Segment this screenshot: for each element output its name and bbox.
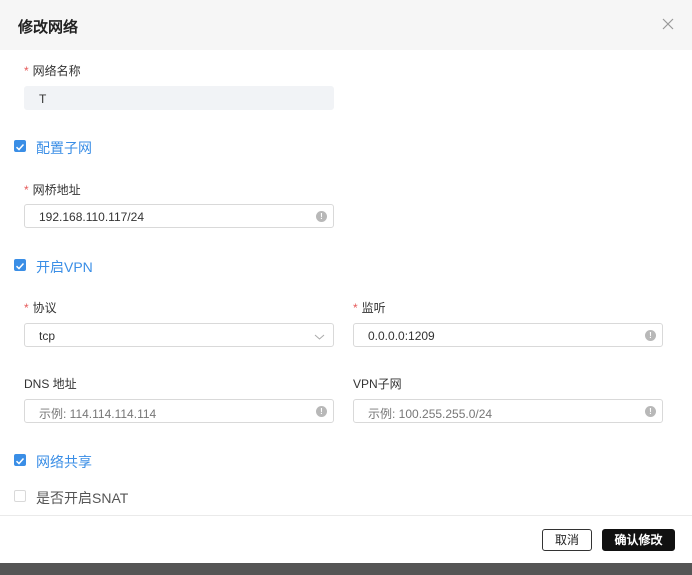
network-name-value: T [39, 92, 47, 106]
network-name-input[interactable]: T [24, 86, 334, 110]
network-name-label: * 网络名称 [24, 62, 81, 79]
checkbox-unchecked-icon [14, 490, 26, 502]
vpn-subnet-input[interactable]: 示例: 100.255.255.0/24 ! [353, 399, 663, 423]
protocol-label: * 协议 [24, 299, 57, 316]
network-name-label-text: 网络名称 [32, 64, 81, 78]
dns-address-input[interactable]: 示例: 114.114.114.114 ! [24, 399, 334, 423]
required-mark: * [24, 301, 29, 315]
configure-subnet-checkbox[interactable]: 配置子网 [14, 138, 214, 156]
checkbox-checked-icon [14, 454, 26, 466]
dialog-header: 修改网络 [0, 0, 692, 50]
checkbox-checked-icon [14, 259, 26, 271]
info-icon[interactable]: ! [316, 406, 327, 417]
bridge-address-input[interactable]: 192.168.110.117/24 ! [24, 204, 334, 228]
info-icon[interactable]: ! [645, 406, 656, 417]
listen-input[interactable]: 0.0.0.0:1209 ! [353, 323, 663, 347]
network-share-label: 网络共享 [36, 454, 92, 470]
enable-vpn-checkbox[interactable]: 开启VPN [14, 257, 214, 275]
close-icon[interactable] [658, 14, 678, 34]
configure-subnet-label: 配置子网 [36, 140, 92, 156]
listen-value: 0.0.0.0:1209 [368, 329, 435, 343]
required-mark: * [24, 183, 29, 197]
dialog-title: 修改网络 [18, 19, 79, 36]
required-mark: * [24, 64, 29, 78]
protocol-select[interactable]: tcp [24, 323, 334, 347]
checkbox-checked-icon [14, 140, 26, 152]
bridge-address-label-text: 网桥地址 [32, 183, 81, 197]
listen-label: * 监听 [353, 299, 386, 316]
protocol-value: tcp [39, 329, 56, 343]
vpn-subnet-label: VPN子网 [353, 377, 402, 391]
protocol-label-text: 协议 [32, 301, 57, 315]
info-icon[interactable]: ! [645, 330, 656, 341]
confirm-button[interactable]: 确认修改 [602, 529, 675, 551]
bridge-address-value: 192.168.110.117/24 [39, 210, 144, 224]
edit-network-dialog: 修改网络 * 网络名称 T 配置子网 * 网桥地址 192.168.110.117/… [0, 0, 692, 563]
vpn-subnet-placeholder: 示例: 100.255.255.0/24 [368, 407, 493, 421]
background-bar [0, 563, 692, 575]
enable-snat-label: 是否开启SNAT [36, 490, 129, 506]
dns-address-label: DNS 地址 [24, 377, 77, 391]
network-share-checkbox[interactable]: 网络共享 [14, 452, 214, 470]
listen-label-text: 监听 [361, 301, 386, 315]
chevron-down-icon [314, 331, 325, 341]
info-icon[interactable]: ! [316, 211, 327, 222]
enable-vpn-label: 开启VPN [36, 259, 93, 275]
cancel-button[interactable]: 取消 [542, 529, 592, 551]
enable-snat-checkbox[interactable]: 是否开启SNAT [14, 488, 214, 506]
required-mark: * [353, 301, 358, 315]
bridge-address-label: * 网桥地址 [24, 181, 81, 198]
dns-address-placeholder: 示例: 114.114.114.114 [39, 407, 157, 421]
footer-divider [0, 515, 692, 516]
